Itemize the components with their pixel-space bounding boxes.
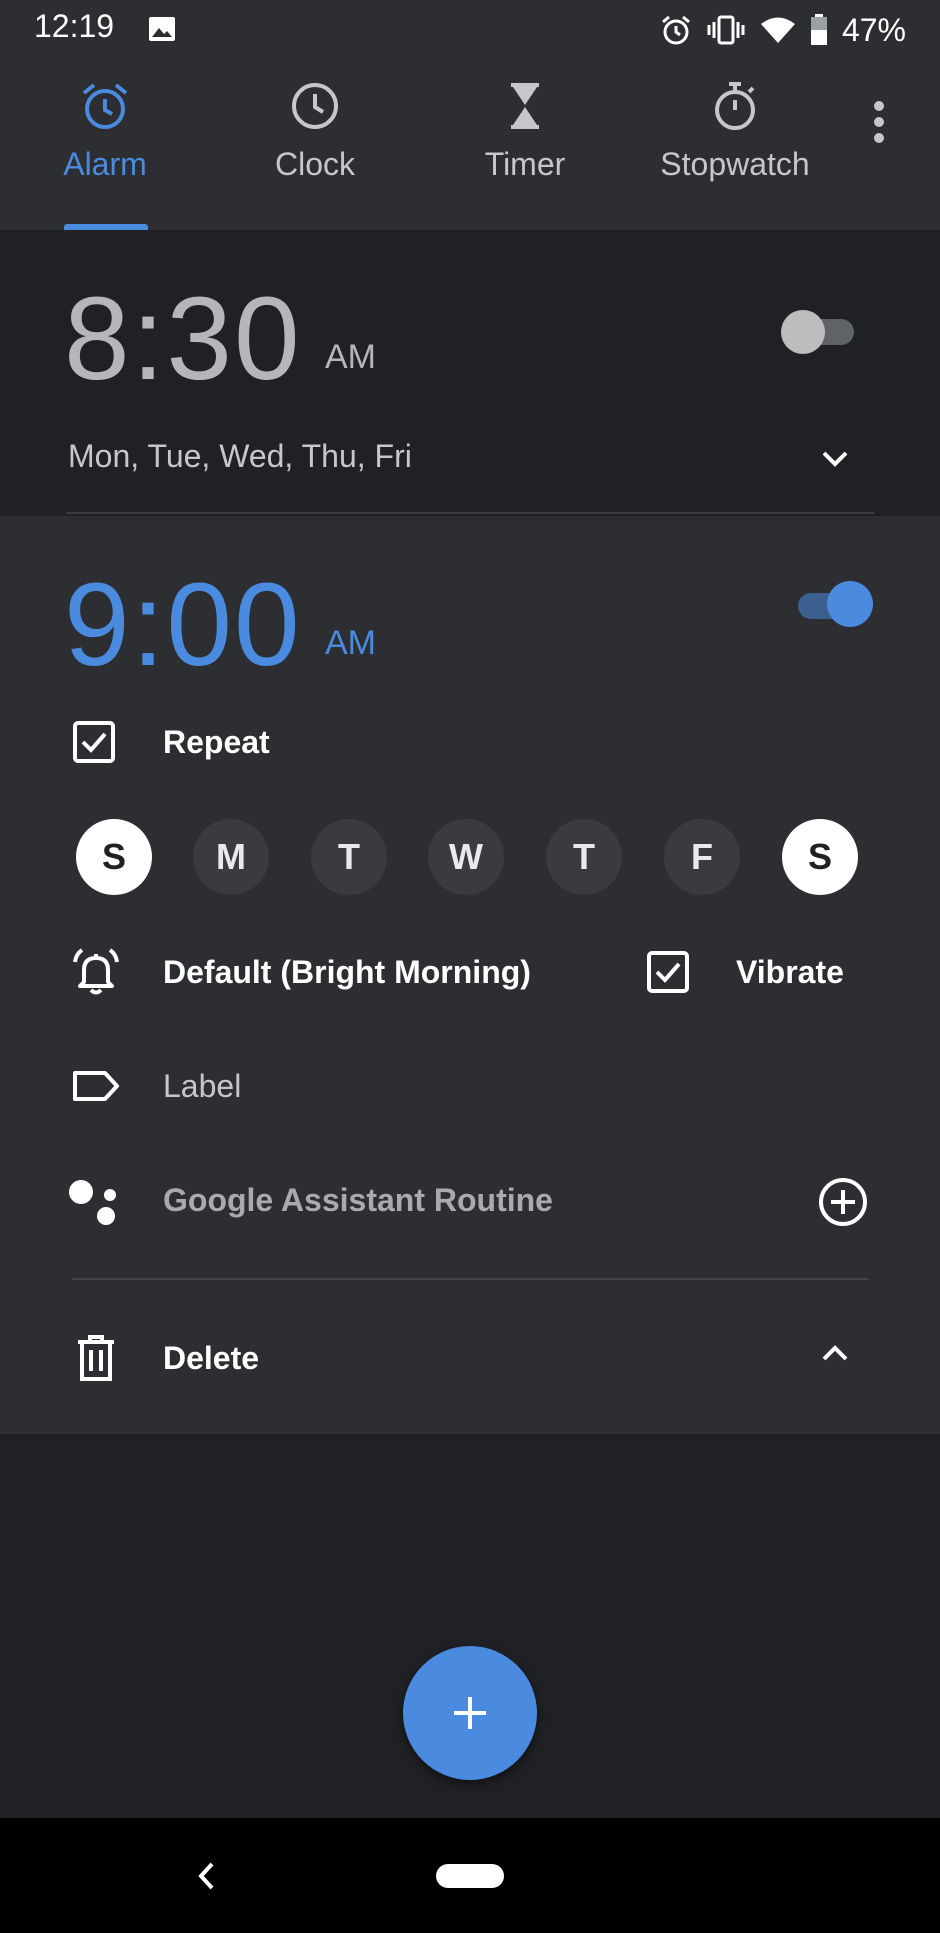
battery-percent: 47% [841, 11, 906, 48]
more-options-icon[interactable] [872, 100, 886, 144]
status-bar: 12:19 47% [0, 0, 940, 60]
day-letter: M [216, 836, 246, 877]
assistant-routine-label[interactable]: Google Assistant Routine [163, 1182, 553, 1219]
tab-label: Timer [484, 146, 566, 182]
chevron-up-icon[interactable] [820, 1342, 850, 1364]
day-saturday[interactable]: S [782, 819, 858, 895]
plus-icon [454, 1697, 486, 1729]
trash-icon[interactable] [74, 1334, 118, 1382]
alarm-card-0900: 9:00 AM Repeat S M T W T F S Default (Br… [0, 516, 940, 1434]
tab-alarm[interactable]: Alarm [5, 80, 205, 183]
vibrate-status-icon [707, 15, 745, 45]
label-tag-icon [73, 1071, 119, 1101]
repeat-checkbox[interactable] [72, 720, 116, 764]
day-letter: T [338, 836, 360, 877]
back-icon[interactable] [195, 1860, 217, 1892]
home-pill-button[interactable] [436, 1864, 504, 1888]
alarm-ampm: AM [325, 338, 376, 376]
alarm-clock-icon [82, 83, 128, 129]
hourglass-icon [511, 83, 539, 129]
add-alarm-button[interactable] [403, 1646, 537, 1780]
ringtone-name[interactable]: Default (Bright Morning) [163, 954, 531, 991]
status-time: 12:19 [34, 8, 115, 44]
alarm-repeat-days: Mon, Tue, Wed, Thu, Fri [68, 438, 412, 474]
image-notification-icon [149, 17, 175, 41]
day-thursday[interactable]: T [546, 819, 622, 895]
tab-clock[interactable]: Clock [215, 80, 415, 183]
divider [72, 1278, 868, 1280]
label-field[interactable]: Label [163, 1068, 241, 1105]
day-monday[interactable]: M [193, 819, 269, 895]
day-wednesday[interactable]: W [428, 819, 504, 895]
wifi-icon [760, 17, 795, 43]
vibrate-checkbox[interactable] [646, 950, 690, 994]
add-circle-icon[interactable] [818, 1177, 868, 1227]
alarm-ampm: AM [325, 624, 376, 662]
alarm-time[interactable]: 8:30 [64, 280, 302, 398]
day-letter: F [691, 836, 713, 877]
stopwatch-icon [715, 82, 755, 130]
alarm-bell-icon [73, 948, 119, 995]
alarm-card-0830[interactable]: 8:30 AM Mon, Tue, Wed, Thu, Fri [0, 230, 940, 515]
vibrate-label: Vibrate [736, 954, 844, 990]
tab-label: Stopwatch [660, 146, 810, 182]
day-tuesday[interactable]: T [311, 819, 387, 895]
day-letter: S [807, 836, 832, 877]
day-letter: W [449, 836, 483, 877]
tab-timer[interactable]: Timer [425, 80, 625, 183]
google-assistant-icon [69, 1180, 116, 1225]
clock-icon [292, 83, 338, 129]
alarm-status-icon [661, 15, 690, 45]
alarm-time[interactable]: 9:00 [64, 566, 302, 684]
day-letter: T [573, 836, 595, 877]
day-sunday[interactable]: S [76, 819, 152, 895]
alarm-toggle-on[interactable] [796, 580, 876, 630]
delete-button[interactable]: Delete [163, 1340, 259, 1377]
status-icons: 47% [660, 8, 906, 52]
tab-bar: Alarm Clock Timer Stopwatch [0, 60, 940, 230]
divider [66, 512, 874, 514]
alarm-toggle-off[interactable] [778, 306, 858, 356]
day-letter: S [101, 836, 126, 877]
tab-label: Alarm [63, 146, 147, 182]
tab-label: Clock [274, 146, 355, 182]
chevron-down-icon[interactable] [820, 448, 850, 470]
battery-icon [810, 14, 827, 45]
tab-stopwatch[interactable]: Stopwatch [635, 80, 835, 183]
repeat-label: Repeat [163, 724, 270, 760]
day-friday[interactable]: F [664, 819, 740, 895]
